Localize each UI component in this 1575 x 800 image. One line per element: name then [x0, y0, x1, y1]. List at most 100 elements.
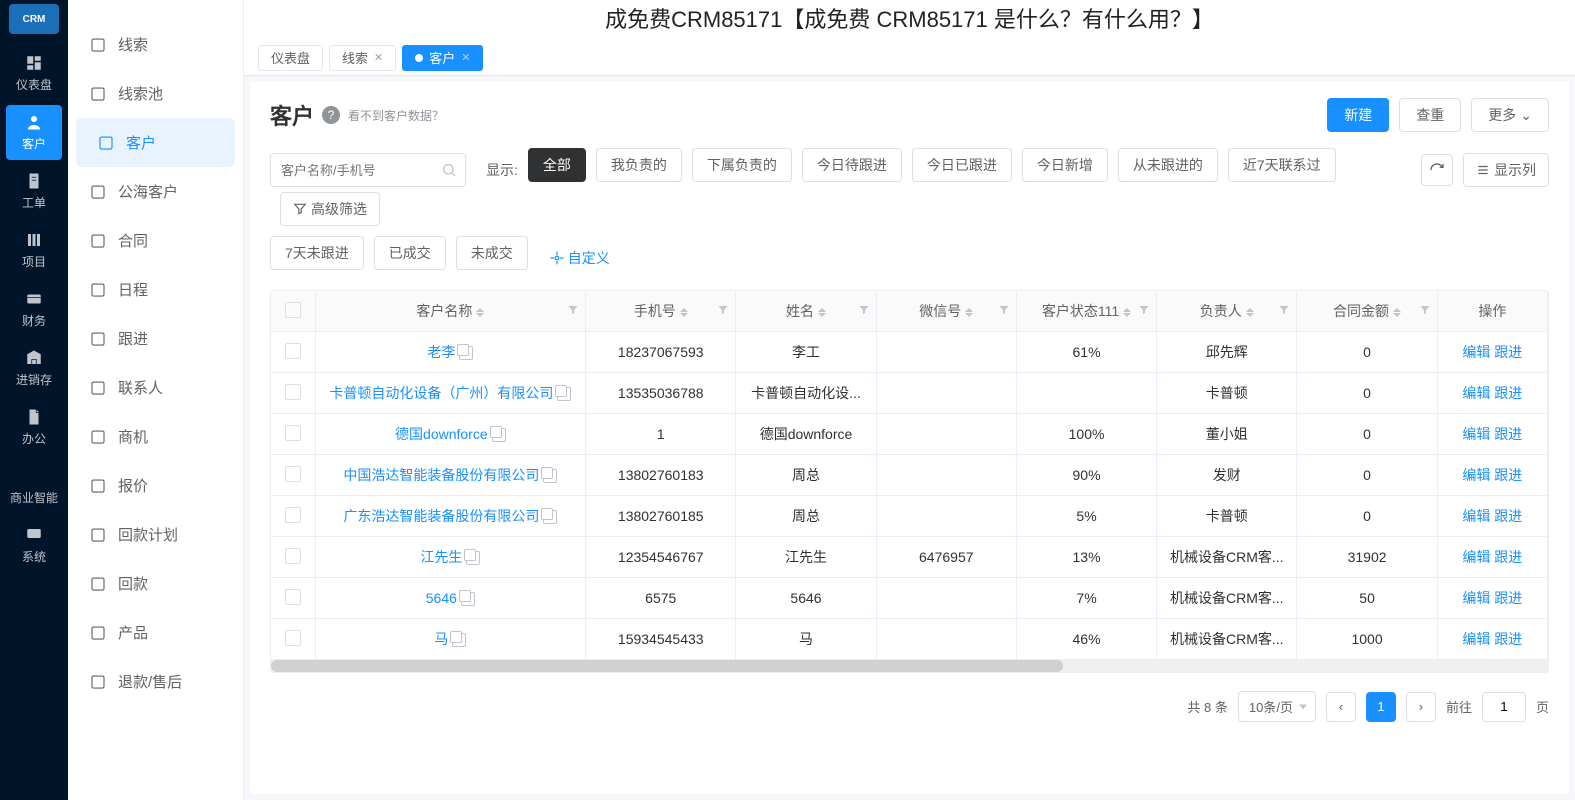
row-checkbox[interactable] — [285, 507, 301, 523]
customer-name-link[interactable]: 马 — [434, 631, 448, 647]
edit-link[interactable]: 编辑 — [1462, 508, 1490, 524]
filter-icon[interactable] — [858, 303, 870, 319]
sidebar-item-7[interactable]: 联系人 — [68, 363, 243, 412]
filter-chip-5[interactable]: 今日新增 — [1022, 148, 1108, 182]
filter-chip-4[interactable]: 今日已跟进 — [912, 148, 1012, 182]
follow-link[interactable]: 跟进 — [1494, 344, 1522, 360]
close-icon[interactable]: ✕ — [374, 51, 383, 64]
customer-name-link[interactable]: 广东浩达智能装备股份有限公司 — [343, 508, 539, 524]
goto-input[interactable] — [1482, 692, 1526, 722]
filter-icon[interactable] — [567, 303, 579, 319]
sidebar-item-5[interactable]: 日程 — [68, 265, 243, 314]
filter-icon[interactable] — [998, 303, 1010, 319]
col-3[interactable]: 微信号 — [876, 291, 1016, 332]
h-scrollbar[interactable] — [271, 660, 1548, 672]
sort-icon[interactable] — [1246, 308, 1254, 317]
customer-name-link[interactable]: 老李 — [427, 344, 455, 360]
edit-link[interactable]: 编辑 — [1462, 590, 1490, 606]
rail-item-finance[interactable]: 财务 — [6, 282, 62, 337]
sidebar-item-12[interactable]: 产品 — [68, 608, 243, 657]
filter-icon[interactable] — [1138, 303, 1150, 319]
row-checkbox[interactable] — [285, 630, 301, 646]
sidebar-item-13[interactable]: 退款/售后 — [68, 657, 243, 706]
row-checkbox[interactable] — [285, 548, 301, 564]
filter-chip-6[interactable]: 从未跟进的 — [1118, 148, 1218, 182]
filter-chip-1[interactable]: 我负责的 — [596, 148, 682, 182]
col-6[interactable]: 合同金额 — [1297, 291, 1437, 332]
edit-link[interactable]: 编辑 — [1462, 631, 1490, 647]
sort-icon[interactable] — [680, 308, 688, 317]
rail-item-office[interactable]: 办公 — [6, 400, 62, 455]
follow-link[interactable]: 跟进 — [1494, 467, 1522, 483]
sidebar-item-3[interactable]: 公海客户 — [68, 167, 243, 216]
tab-1[interactable]: 线索✕ — [329, 45, 396, 71]
filter-chip-0[interactable]: 全部 — [528, 148, 586, 182]
edit-link[interactable]: 编辑 — [1462, 385, 1490, 401]
page-size-select[interactable]: 10条/页 — [1238, 691, 1316, 722]
sidebar-item-1[interactable]: 线索池 — [68, 69, 243, 118]
help-icon[interactable]: ? — [322, 106, 340, 124]
advanced-filter-button[interactable]: 高级筛选 — [280, 192, 380, 226]
rail-item-dashboard[interactable]: 仪表盘 — [6, 46, 62, 101]
sidebar-item-0[interactable]: 线索 — [68, 20, 243, 69]
sidebar-item-11[interactable]: 回款 — [68, 559, 243, 608]
follow-link[interactable]: 跟进 — [1494, 590, 1522, 606]
filter-chip-10[interactable]: 未成交 — [456, 236, 528, 270]
copy-icon[interactable] — [459, 346, 473, 360]
prev-page[interactable]: ‹ — [1326, 692, 1356, 722]
edit-link[interactable]: 编辑 — [1462, 426, 1490, 442]
sidebar-item-10[interactable]: 回款计划 — [68, 510, 243, 559]
select-all-checkbox[interactable] — [285, 302, 301, 318]
follow-link[interactable]: 跟进 — [1494, 631, 1522, 647]
customer-name-link[interactable]: 中国浩达智能装备股份有限公司 — [343, 467, 539, 483]
new-button[interactable]: 新建 — [1327, 98, 1389, 132]
sidebar-item-9[interactable]: 报价 — [68, 461, 243, 510]
filter-chip-2[interactable]: 下属负责的 — [692, 148, 792, 182]
rail-item-system[interactable]: 系统 — [6, 518, 62, 573]
sidebar-item-2[interactable]: 客户 — [76, 118, 235, 167]
columns-button[interactable]: 显示列 — [1463, 153, 1549, 187]
copy-icon[interactable] — [492, 428, 506, 442]
filter-chip-8[interactable]: 7天未跟进 — [270, 236, 364, 270]
search-icon[interactable] — [441, 162, 457, 181]
row-checkbox[interactable] — [285, 466, 301, 482]
sort-icon[interactable] — [818, 308, 826, 317]
close-icon[interactable]: ✕ — [461, 51, 470, 64]
page-1[interactable]: 1 — [1366, 692, 1396, 722]
edit-link[interactable]: 编辑 — [1462, 344, 1490, 360]
col-0[interactable]: 客户名称 — [315, 291, 586, 332]
tab-2[interactable]: 客户✕ — [402, 45, 483, 71]
rail-item-user[interactable]: 客户 — [6, 105, 62, 160]
filter-icon[interactable] — [717, 303, 729, 319]
customer-name-link[interactable]: 5646 — [426, 590, 457, 606]
rail-item-inventory[interactable]: 进销存 — [6, 341, 62, 396]
copy-icon[interactable] — [557, 387, 571, 401]
search-input[interactable] — [270, 153, 466, 187]
sort-icon[interactable] — [1123, 308, 1131, 317]
copy-icon[interactable] — [461, 592, 475, 606]
row-checkbox[interactable] — [285, 384, 301, 400]
customer-name-link[interactable]: 德国downforce — [395, 426, 488, 442]
follow-link[interactable]: 跟进 — [1494, 385, 1522, 401]
sort-icon[interactable] — [1393, 308, 1401, 317]
customer-name-link[interactable]: 江先生 — [420, 549, 462, 565]
edit-link[interactable]: 编辑 — [1462, 549, 1490, 565]
refresh-icon[interactable] — [1421, 154, 1453, 186]
filter-icon[interactable] — [1278, 303, 1290, 319]
sidebar-item-6[interactable]: 跟进 — [68, 314, 243, 363]
filter-icon[interactable] — [1419, 303, 1431, 319]
rail-item-bi[interactable]: 商业智能 — [6, 459, 62, 514]
row-checkbox[interactable] — [285, 589, 301, 605]
sort-icon[interactable] — [476, 308, 484, 317]
col-7[interactable]: 操作 — [1437, 291, 1547, 332]
col-1[interactable]: 手机号 — [586, 291, 736, 332]
follow-link[interactable]: 跟进 — [1494, 508, 1522, 524]
copy-icon[interactable] — [543, 469, 557, 483]
sidebar-item-4[interactable]: 合同 — [68, 216, 243, 265]
col-2[interactable]: 姓名 — [736, 291, 876, 332]
custom-filter-link[interactable]: 自定义 — [550, 248, 610, 268]
copy-icon[interactable] — [543, 510, 557, 524]
follow-link[interactable]: 跟进 — [1494, 549, 1522, 565]
sidebar-item-8[interactable]: 商机 — [68, 412, 243, 461]
edit-link[interactable]: 编辑 — [1462, 467, 1490, 483]
